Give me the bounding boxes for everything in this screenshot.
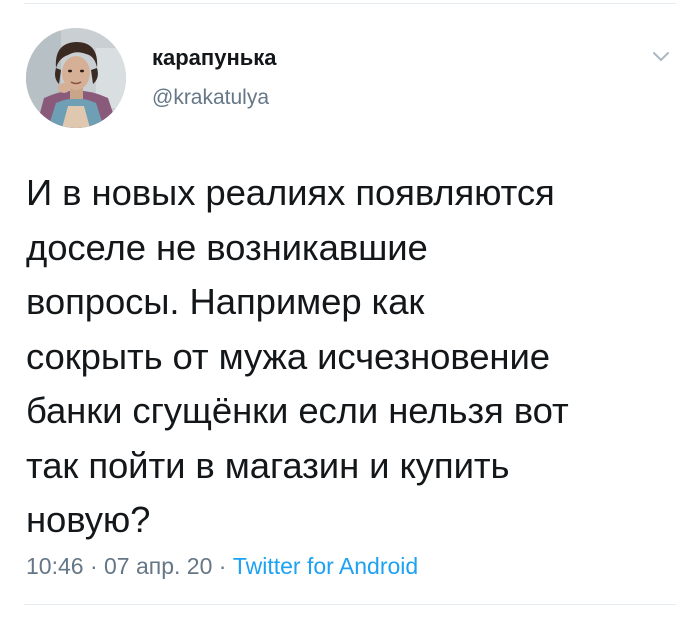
avatar-photo — [26, 28, 126, 128]
tweet-time: 10:46 — [26, 553, 84, 579]
meta-separator: · — [83, 553, 105, 579]
author-info: карапунька @krakatulya — [152, 44, 277, 111]
display-name[interactable]: карапунька — [152, 44, 277, 72]
avatar[interactable] — [26, 28, 126, 128]
chevron-down-icon[interactable] — [648, 46, 674, 66]
tweet-meta: 10:46 · 07 апр. 20 · Twitter for Android — [26, 551, 418, 581]
tweet-header: карапунька @krakatulya — [24, 28, 676, 138]
tweet-source-link[interactable]: Twitter for Android — [233, 553, 418, 579]
bottom-divider — [24, 604, 676, 605]
tweet-text: И в новых реалиях появляются доселе не в… — [26, 172, 569, 540]
username-handle[interactable]: @krakatulya — [152, 85, 277, 111]
tweet-card: карапунька @krakatulya И в новых реалиях… — [24, 28, 676, 579]
top-divider — [24, 3, 676, 4]
tweet-date: 07 апр. 20 — [104, 553, 213, 579]
meta-separator: · — [212, 553, 233, 579]
